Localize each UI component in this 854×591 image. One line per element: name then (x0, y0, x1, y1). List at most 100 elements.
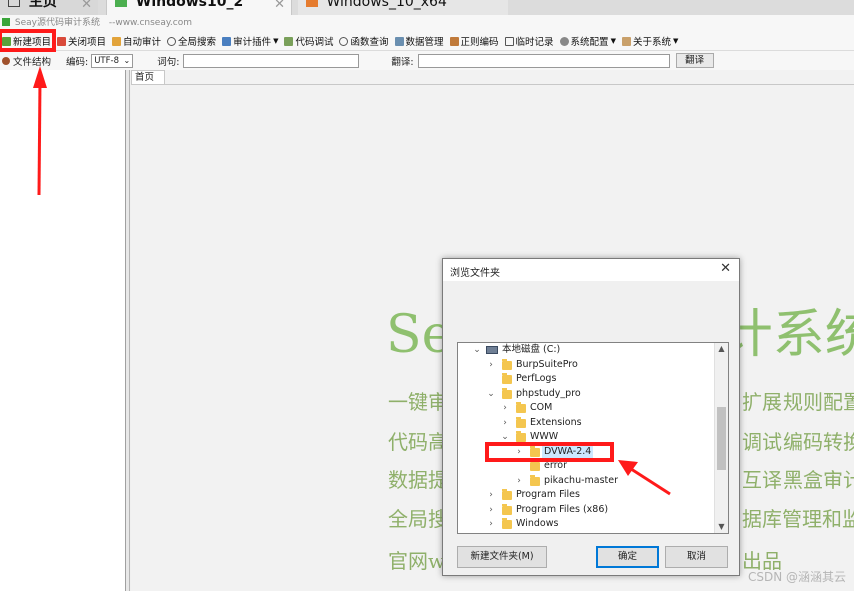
tree-item-program-files-x86[interactable]: › Program Files (x86) (458, 503, 716, 518)
settings-icon (559, 36, 569, 46)
function-search-button[interactable]: 函数查询 (339, 34, 389, 48)
dialog-body: ⌄ 本地磁盘 (C:) › BurpSuitePro PerfLogs ⌄ ph… (443, 281, 739, 575)
data-manage-button[interactable]: 数据管理 (394, 34, 444, 48)
vm-tab-windows10-x64-label: Windows_10_x64 (326, 0, 447, 10)
function-search-label: 函数查询 (350, 37, 389, 48)
tree-item-com[interactable]: › COM (458, 401, 716, 416)
chevron-down-icon: ▼ (610, 37, 616, 45)
translate-input[interactable] (417, 53, 670, 68)
vm-tab-windows10-2[interactable]: Windows10_2 ✕ (106, 0, 292, 15)
tab-home[interactable]: 首页 (131, 70, 165, 84)
word-input[interactable] (183, 53, 360, 68)
about-system-button[interactable]: 关于系统 ▼ (621, 34, 679, 48)
debug-icon (284, 36, 294, 46)
folder-icon (502, 489, 512, 500)
chevron-down-icon[interactable]: ⌄ (486, 387, 496, 402)
folder-icon (516, 431, 526, 442)
main-toolbar: 新建项目 关闭项目 自动审计 全局搜索 审计插件 ▼ 代码调试 函数查询 数据管… (0, 32, 854, 51)
chevron-up-icon[interactable]: ▲ (715, 343, 728, 355)
chevron-right-icon[interactable]: › (500, 416, 510, 431)
home-icon (8, 0, 20, 7)
temp-record-label: 临时记录 (515, 37, 554, 48)
chevron-down-icon: ⌄ (123, 55, 131, 65)
temp-record-button[interactable]: 临时记录 (504, 34, 554, 48)
code-debug-label: 代码调试 (295, 37, 334, 48)
chevron-right-icon[interactable]: › (486, 358, 496, 373)
auto-audit-button[interactable]: 自动审计 (112, 34, 161, 48)
close-icon[interactable]: ✕ (274, 0, 285, 13)
tree-item-label: 本地磁盘 (C:) (502, 344, 561, 355)
translate-button[interactable]: 翻译 (675, 53, 714, 68)
tab-divider (131, 84, 854, 85)
data-manage-icon (394, 36, 404, 46)
app-title-bar: Seay源代码审计系统 --www.cnseay.com (0, 15, 854, 32)
chevron-right-icon[interactable]: › (486, 488, 496, 503)
tree-item-extensions[interactable]: › Extensions (458, 416, 716, 431)
encoding-value: UTF-8 (94, 55, 119, 66)
folder-tree[interactable]: ⌄ 本地磁盘 (C:) › BurpSuitePro PerfLogs ⌄ ph… (457, 342, 729, 534)
scrollbar-thumb[interactable] (717, 407, 726, 470)
tree-item-perflogs[interactable]: PerfLogs (458, 372, 716, 387)
tree-item-burpsuitepro[interactable]: › BurpSuitePro (458, 358, 716, 373)
tree-item-drive-c[interactable]: ⌄ 本地磁盘 (C:) (458, 343, 716, 358)
chevron-right-icon[interactable]: › (486, 517, 496, 532)
chevron-down-icon[interactable]: ▼ (715, 521, 728, 533)
tree-item-label: Windows (516, 518, 559, 529)
folder-icon (502, 503, 512, 515)
folder-icon (502, 358, 512, 370)
file-structure-tab[interactable]: 文件结构 (2, 54, 62, 68)
tree-item-phpstudy-pro[interactable]: ⌄ phpstudy_pro (458, 387, 716, 402)
app-website: --www.cnseay.com (108, 18, 192, 28)
close-icon[interactable]: ✕ (81, 0, 92, 13)
feature-text-11: 据库管理和监 (742, 507, 854, 531)
tree-scrollbar[interactable]: ▲ ▼ (714, 343, 728, 533)
code-debug-button[interactable]: 代码调试 (284, 34, 333, 48)
chevron-right-icon[interactable]: › (500, 401, 510, 416)
annotation-box-dvwa (485, 442, 614, 462)
regex-encode-label: 正则编码 (460, 37, 499, 48)
feature-text-3: 规则配置 (783, 390, 854, 414)
folder-icon (502, 373, 512, 384)
folder-icon (516, 402, 526, 413)
function-search-icon (339, 36, 349, 46)
tree-item-label: pikachu-master (544, 474, 619, 486)
regex-encode-button[interactable]: 正则编码 (449, 34, 499, 48)
audit-plugin-label: 审计插件 (233, 37, 272, 48)
encoding-select[interactable]: UTF-8 ⌄ (91, 53, 134, 68)
tree-item-windows[interactable]: › Windows (458, 517, 716, 532)
folder-icon (502, 518, 512, 529)
close-project-label: 关闭项目 (68, 37, 107, 48)
new-folder-button[interactable]: 新建文件夹(M) (457, 546, 547, 568)
vm-icon (306, 0, 318, 7)
feature-text-5: 调试 (742, 430, 782, 454)
ok-button[interactable]: 确定 (596, 546, 659, 568)
system-config-button[interactable]: 系统配置 ▼ (559, 34, 616, 48)
cancel-button[interactable]: 取消 (665, 546, 728, 568)
panel-splitter[interactable] (126, 70, 130, 591)
chevron-right-icon[interactable]: › (486, 503, 496, 518)
dialog-title: 浏览文件夹 (450, 268, 500, 279)
chevron-down-icon[interactable]: ⌄ (472, 343, 482, 358)
tree-item-label: BurpSuitePro (516, 358, 578, 370)
watermark: CSDN @涵涵其云 (747, 570, 846, 584)
close-icon[interactable]: ✕ (720, 261, 731, 276)
global-search-button[interactable]: 全局搜索 (167, 34, 216, 48)
temp-record-icon (504, 36, 514, 46)
data-manage-label: 数据管理 (405, 37, 444, 48)
vm-tab-home[interactable]: 主页 ✕ (0, 0, 98, 15)
feature-text-6: 编码转换 (783, 430, 854, 454)
global-search-label: 全局搜索 (178, 37, 217, 48)
chevron-right-icon[interactable]: › (514, 474, 524, 489)
chevron-down-icon: ▼ (273, 37, 279, 45)
app-title: Seay源代码审计系统 (14, 18, 100, 28)
tree-item-program-files[interactable]: › Program Files (458, 488, 716, 503)
close-project-button[interactable]: 关闭项目 (57, 34, 106, 48)
file-structure-panel[interactable] (0, 70, 126, 591)
audit-plugin-button[interactable]: 审计插件 ▼ (222, 34, 278, 48)
vm-tab-windows10-x64[interactable]: Windows_10_x64 (298, 0, 508, 15)
tree-item-pikachu-master[interactable]: › pikachu-master (458, 474, 716, 489)
chevron-down-icon: ▼ (672, 37, 679, 45)
folder-icon (516, 416, 526, 428)
folder-icon (530, 460, 540, 471)
tree-item-label: Program Files (516, 489, 580, 500)
